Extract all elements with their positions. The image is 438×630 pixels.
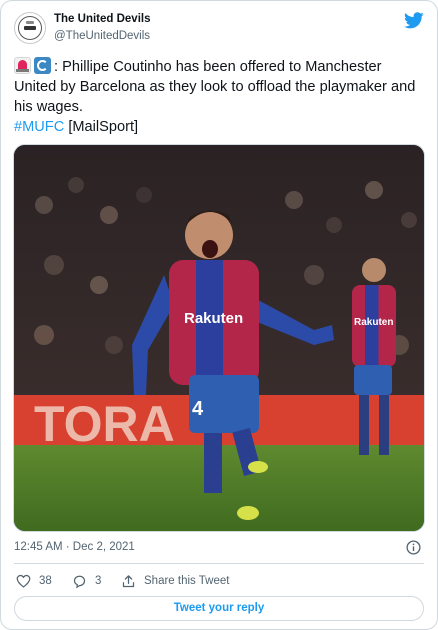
club-crest-icon bbox=[18, 16, 42, 40]
reply-button[interactable]: 3 bbox=[72, 573, 101, 589]
share-icon bbox=[122, 574, 135, 587]
reply-count: 3 bbox=[95, 575, 102, 587]
like-count: 38 bbox=[39, 575, 52, 587]
speech-bubble-icon bbox=[73, 575, 86, 588]
player-celebration-image: TORA Rakuten Rakuten 4 bbox=[14, 145, 424, 531]
shirt-number-text: 4 bbox=[192, 398, 204, 420]
display-name[interactable]: The United Devils bbox=[54, 13, 151, 25]
share-button[interactable]: Share this Tweet bbox=[121, 573, 229, 589]
counterclockwise-arrows-icon bbox=[34, 57, 51, 74]
user-handle[interactable]: @TheUnitedDevils bbox=[54, 30, 150, 42]
stadium-board-text: TORA bbox=[34, 396, 175, 452]
tweet-card: The United Devils @TheUnitedDevils : Phi… bbox=[0, 0, 438, 630]
divider bbox=[14, 563, 424, 564]
tweet-body: : Phillipe Coutinho has been offered to … bbox=[14, 59, 416, 115]
avatar[interactable] bbox=[14, 12, 46, 44]
info-icon[interactable] bbox=[406, 540, 421, 555]
tweet-timestamp[interactable]: 12:45 AM · Dec 2, 2021 bbox=[14, 541, 135, 553]
source-text: [MailSport] bbox=[68, 119, 139, 135]
tweet-your-reply-button[interactable]: Tweet your reply bbox=[14, 596, 424, 621]
rotating-light-icon bbox=[14, 57, 31, 74]
tweet-text: : Phillipe Coutinho has been offered to … bbox=[14, 57, 424, 137]
shirt-sponsor-text: Rakuten bbox=[184, 310, 243, 327]
twitter-bird-icon[interactable] bbox=[404, 12, 424, 29]
heart-icon bbox=[16, 574, 31, 588]
tweet-photo[interactable]: TORA Rakuten Rakuten 4 bbox=[13, 144, 425, 532]
like-button[interactable]: 38 bbox=[16, 573, 52, 589]
hashtag-link[interactable]: #MUFC bbox=[14, 119, 64, 135]
share-label: Share this Tweet bbox=[144, 575, 230, 587]
svg-text:Rakuten: Rakuten bbox=[354, 317, 393, 328]
